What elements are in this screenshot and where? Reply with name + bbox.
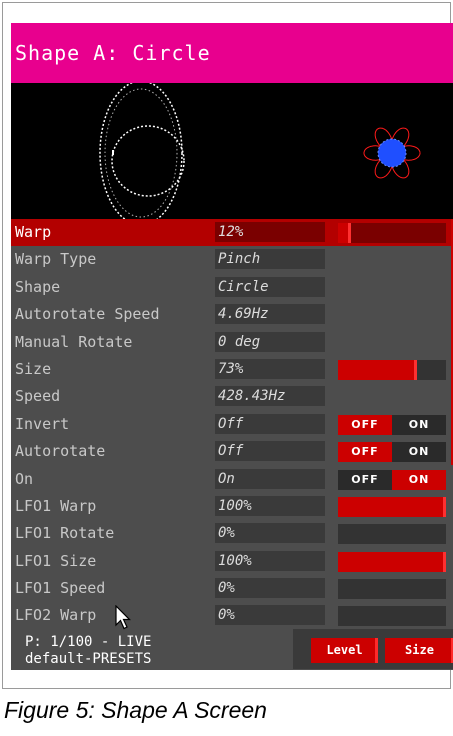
param-row[interactable]: Warp Type Pinch: [11, 246, 453, 273]
toggle-off-label[interactable]: OFF: [338, 470, 392, 490]
param-row[interactable]: LFO1 Size 100%: [11, 548, 453, 575]
param-name: Speed: [15, 387, 61, 406]
on-off-toggle[interactable]: OFF ON: [338, 414, 446, 435]
level-slider-fill: [338, 496, 446, 517]
param-value[interactable]: 0%: [215, 523, 325, 544]
param-value[interactable]: Off: [215, 441, 325, 462]
toggle-off-label[interactable]: OFF: [338, 414, 392, 435]
param-value[interactable]: 0 deg: [215, 331, 325, 352]
level-button[interactable]: Level: [311, 638, 378, 663]
figure-caption: Figure 5: Shape A Screen: [4, 697, 267, 723]
footer-button-group: Level Size: [293, 629, 453, 669]
param-value[interactable]: 0%: [215, 578, 325, 599]
device-screen: Shape A: Circle Warp 12% Warp Type Pinch Sha…: [11, 23, 453, 670]
param-name: Shape: [15, 277, 61, 296]
param-name: Autorotate: [15, 442, 106, 461]
level-slider-fill: [338, 223, 351, 243]
preset-status: P: 1/100 - LIVE: [25, 634, 152, 650]
level-slider[interactable]: [338, 524, 446, 545]
param-name: LFO1 Rotate: [15, 524, 115, 543]
figure-frame: Shape A: Circle Warp 12% Warp Type Pinch Sha…: [2, 2, 453, 689]
param-row[interactable]: Warp 12%: [11, 219, 453, 247]
param-value[interactable]: On: [215, 468, 325, 489]
param-value[interactable]: 73%: [215, 358, 325, 379]
param-name: On: [15, 469, 34, 488]
param-row[interactable]: Size 73%: [11, 356, 453, 383]
toggle-on-label[interactable]: ON: [392, 469, 446, 490]
param-row[interactable]: LFO1 Warp 100%: [11, 493, 453, 520]
shape-preview: [11, 83, 453, 219]
shape-preview-graphic: [99, 83, 421, 219]
param-value[interactable]: 100%: [215, 495, 325, 516]
level-slider[interactable]: [338, 223, 446, 243]
level-slider[interactable]: [338, 359, 446, 380]
param-row[interactable]: Manual Rotate 0 deg: [11, 329, 453, 356]
param-name: LFO1 Size: [15, 551, 97, 570]
param-row[interactable]: LFO1 Speed 0%: [11, 575, 453, 602]
param-value[interactable]: Circle: [215, 276, 325, 297]
param-row[interactable]: Speed 428.43Hz: [11, 383, 453, 410]
param-name: LFO1 Speed: [15, 579, 106, 598]
param-value[interactable]: 100%: [215, 550, 325, 571]
mouse-pointer-icon: [115, 605, 131, 630]
level-slider-fill: [338, 359, 417, 380]
param-name: LFO2 Warp: [15, 606, 97, 625]
param-row[interactable]: LFO1 Rotate 0%: [11, 520, 453, 547]
param-value[interactable]: Pinch: [215, 249, 325, 270]
level-slider-fill: [338, 551, 446, 572]
level-slider[interactable]: [338, 496, 446, 517]
toggle-on-label[interactable]: ON: [392, 415, 446, 435]
size-button[interactable]: Size: [385, 638, 453, 663]
toggle-on-label[interactable]: ON: [392, 442, 446, 462]
param-name: Size: [15, 359, 52, 378]
preset-info: P: 1/100 - LIVE default-PRESETS: [25, 634, 151, 668]
parameter-list: Warp 12% Warp Type Pinch Shape Circle Autorota…: [11, 219, 453, 630]
param-row[interactable]: On On OFF ON: [11, 466, 453, 493]
level-slider[interactable]: [338, 551, 446, 572]
param-row[interactable]: Shape Circle: [11, 274, 453, 301]
param-name: Manual Rotate: [15, 332, 133, 351]
param-row[interactable]: Invert Off OFF ON: [11, 411, 453, 438]
param-value[interactable]: 0%: [215, 605, 325, 626]
preset-bank: default-PRESETS: [25, 651, 152, 667]
level-slider[interactable]: [338, 606, 446, 627]
on-off-toggle[interactable]: OFF ON: [338, 469, 446, 490]
param-name: LFO1 Warp: [15, 496, 97, 515]
param-name: Autorotate Speed: [15, 305, 160, 324]
footer: P: 1/100 - LIVE default-PRESETS Level Si…: [11, 628, 453, 670]
param-value[interactable]: 4.69Hz: [215, 304, 325, 325]
param-name: Warp: [15, 223, 52, 241]
on-off-toggle[interactable]: OFF ON: [338, 442, 446, 463]
param-value[interactable]: Off: [215, 413, 325, 434]
param-value[interactable]: 12%: [215, 222, 325, 242]
param-row[interactable]: LFO2 Warp 0%: [11, 602, 453, 629]
screen-title: Shape A: Circle: [11, 23, 453, 83]
toggle-off-label[interactable]: OFF: [338, 442, 392, 463]
param-name: Warp Type: [15, 250, 97, 269]
param-name: Invert: [15, 414, 70, 433]
param-value[interactable]: 428.43Hz: [215, 386, 325, 407]
level-slider[interactable]: [338, 579, 446, 600]
param-row[interactable]: Autorotate Speed 4.69Hz: [11, 301, 453, 328]
param-row[interactable]: Autorotate Off OFF ON: [11, 438, 453, 465]
